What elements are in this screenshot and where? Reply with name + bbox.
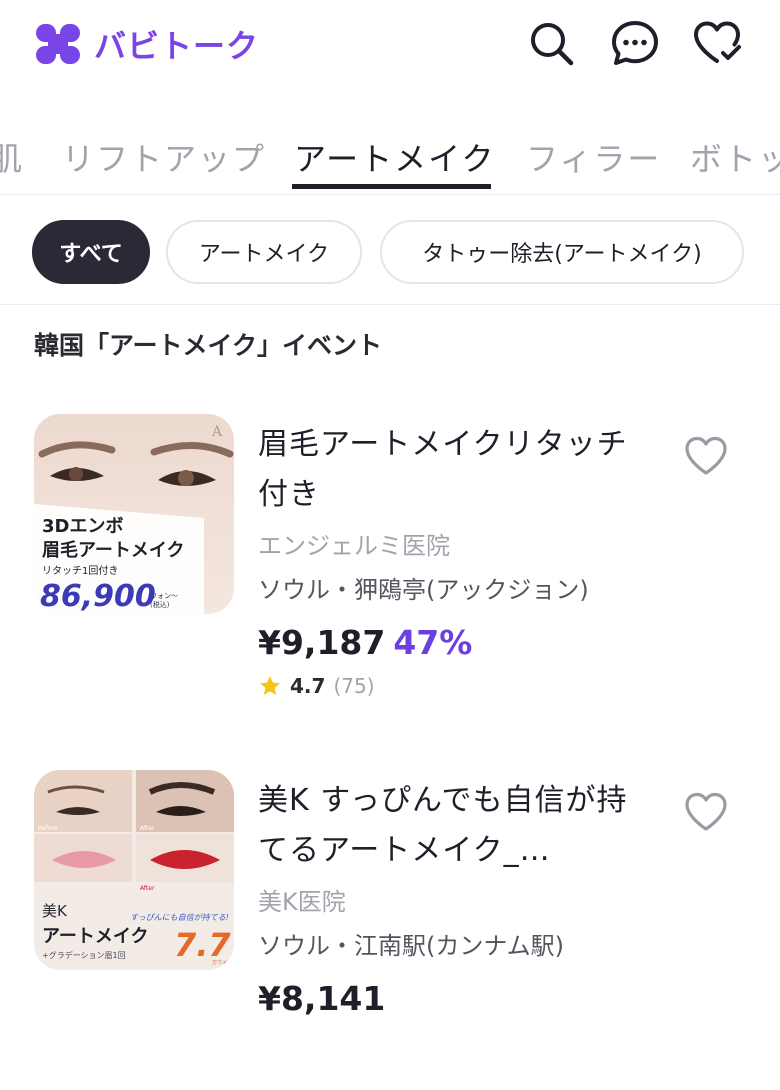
event-card[interactable]: Before After After 美K アートメイク +グラデーション眉1回…: [0, 770, 780, 1090]
tab-skin[interactable]: 肌: [0, 134, 24, 180]
heart-check-icon[interactable]: [690, 16, 744, 70]
thumb-brand: 美K: [42, 902, 68, 920]
thumb-line1: 3Dエンボ: [42, 516, 123, 537]
category-tabs: 肌 リフトアップ アートメイク フィラー ボトッ: [0, 118, 780, 195]
clinic-location: ソウル・江南駅(カンナム駅): [258, 932, 565, 960]
event-title[interactable]: 美K すっぴんでも自信が持てるアートメイク_…: [258, 776, 658, 876]
discount-rate: 47%: [393, 623, 473, 662]
star-icon: [260, 676, 280, 695]
chip-tattoo-removal[interactable]: タトゥー除去(アートメイク): [380, 220, 744, 284]
brand-logo[interactable]: バビトーク: [34, 20, 259, 68]
event-card[interactable]: A 3Dエンボ 眉毛アートメイク リタッチ1回付き 86,900 ウォン〜 (税…: [0, 414, 780, 734]
review-count: (75): [333, 674, 375, 698]
thumb-line3: リタッチ1回付き: [42, 564, 118, 577]
brand-name: バビトーク: [94, 27, 260, 65]
thumb-price: 7.7: [174, 926, 231, 964]
tab-lift-up[interactable]: リフトアップ: [62, 134, 266, 180]
clinic-name: 美K医院: [258, 888, 346, 916]
section-title: 韓国「アートメイク」イベント: [34, 331, 383, 360]
event-thumbnail[interactable]: A 3Dエンボ 眉毛アートメイク リタッチ1回付き 86,900 ウォン〜 (税…: [34, 414, 234, 614]
thumb-before: Before: [38, 825, 58, 832]
thumb-after: After: [140, 825, 155, 832]
clinic-name: エンジェルミ医院: [258, 532, 450, 560]
search-icon[interactable]: [524, 16, 578, 70]
chip-all[interactable]: すべて: [32, 220, 150, 284]
thumb-title: アートメイク: [42, 926, 149, 947]
active-tab-indicator: [292, 184, 491, 189]
chip-art-make[interactable]: アートメイク: [166, 220, 362, 284]
clinic-location: ソウル・狎鴎亭(アックジョン): [258, 576, 589, 604]
app-header: バビトーク: [0, 0, 780, 90]
filter-chips: すべて アートメイク タトゥー除去(アートメイク): [0, 218, 780, 305]
thumb-unit: 万ウォン: [212, 959, 232, 966]
event-info: 美K すっぴんでも自信が持てるアートメイク_… 美K医院 ソウル・江南駅(カンナ…: [258, 776, 658, 1024]
thumb-sub: +グラデーション眉1回: [42, 950, 126, 960]
thumb-tagline: すっぴんにも自信が持てる!: [130, 913, 229, 922]
chat-icon[interactable]: [608, 16, 662, 70]
babitalk-logo-icon: [36, 24, 80, 64]
rating-value: 4.7: [290, 674, 326, 698]
tab-botox[interactable]: ボトッ: [690, 134, 780, 180]
tab-art-make[interactable]: アートメイク: [294, 134, 495, 180]
rating-row: 4.7 (75): [258, 674, 658, 698]
thumb-tax: (税込): [150, 600, 170, 609]
event-info: 眉毛アートメイクリタッチ付き エンジェルミ医院 ソウル・狎鴎亭(アックジョン) …: [258, 420, 658, 698]
event-thumbnail[interactable]: Before After After 美K アートメイク +グラデーション眉1回…: [34, 770, 234, 970]
event-price: ¥8,141: [258, 979, 386, 1018]
thumb-unit: ウォン〜: [150, 592, 178, 600]
thumb-after-2: After: [140, 885, 155, 892]
favorite-heart-icon[interactable]: [682, 788, 730, 836]
tab-filler[interactable]: フィラー: [526, 134, 661, 180]
price-row: ¥9,187 47%: [258, 618, 658, 668]
svg-text:A: A: [211, 424, 223, 440]
event-title[interactable]: 眉毛アートメイクリタッチ付き: [258, 420, 658, 520]
thumb-price: 86,900: [40, 579, 156, 614]
favorite-heart-icon[interactable]: [682, 432, 730, 480]
price-row: ¥8,141: [258, 974, 658, 1024]
thumb-line2: 眉毛アートメイク: [42, 539, 185, 561]
event-price: ¥9,187: [258, 623, 386, 662]
